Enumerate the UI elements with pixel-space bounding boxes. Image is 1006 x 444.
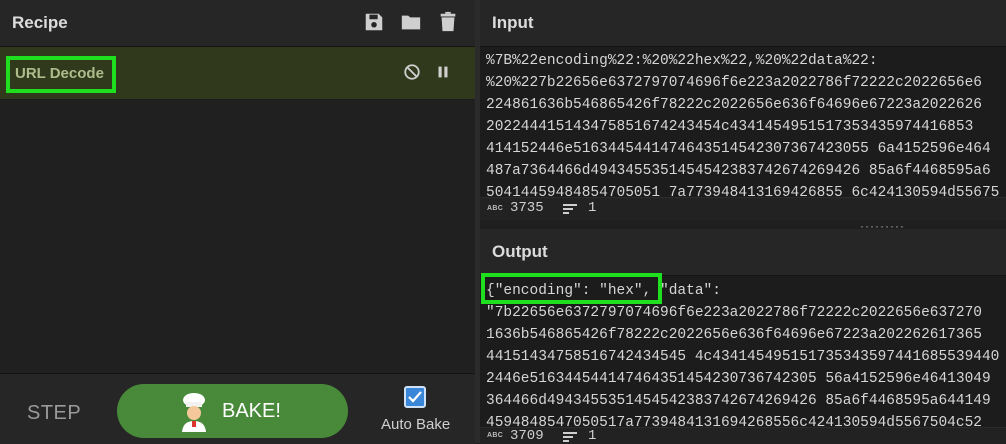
output-line: 2446e516344544147464351454230736742305 5… [486, 371, 991, 387]
output-line: 4594848547050517a7739484131694268556c424… [486, 415, 982, 427]
abc-icon: ABC [487, 205, 504, 212]
input-line: %7B%22encoding%22:%20%22hex%22,%20%22dat… [486, 53, 878, 69]
output-title: Output [492, 242, 548, 261]
output-char-count: 3709 [510, 428, 544, 444]
input-line: 50414459484854705051 7a77394841316942685… [486, 185, 1000, 197]
bake-button[interactable]: BAKE! [117, 384, 348, 438]
trash-icon[interactable] [437, 11, 459, 33]
output-line: 364466d4943455351454542383742674269426 8… [486, 393, 991, 409]
output-highlighted-text: {"encoding": "hex", [486, 283, 652, 299]
output-first-line-rest: "data": [651, 283, 721, 299]
bake-controls: STEP BAKE! Auto Bake [0, 373, 475, 444]
output-first-line: {"encoding": "hex", "data": [486, 283, 721, 299]
recipe-operation-url-decode[interactable]: URL Decode [0, 47, 475, 100]
input-line: 487a7364466d4943455351454542383742674269… [486, 163, 991, 179]
chef-icon [182, 393, 206, 432]
recipe-header: Recipe [0, 0, 475, 47]
folder-icon[interactable] [400, 11, 422, 33]
input-char-count: 3735 [510, 200, 544, 216]
operation-name: URL Decode [15, 65, 104, 82]
output-line: "7b22656e6372797074696f6e223a2022786f722… [486, 305, 982, 321]
checkmark-icon [408, 391, 422, 403]
disable-icon[interactable] [403, 63, 421, 81]
input-line-count: 1 [588, 200, 597, 216]
save-icon[interactable] [363, 11, 385, 33]
step-button[interactable]: STEP [27, 402, 81, 425]
input-textarea[interactable]: %7B%22encoding%22:%20%22hex%22,%20%22dat… [480, 47, 1006, 197]
auto-bake-checkbox[interactable] [404, 386, 426, 408]
bake-label: BAKE! [222, 400, 281, 422]
output-textarea[interactable]: {"encoding": "hex", "data": "7b22656e637… [480, 276, 1006, 427]
pause-icon[interactable] [434, 63, 452, 81]
recipe-title: Recipe [12, 13, 68, 32]
input-line: 202244415143475851674243454c434145495151… [486, 119, 974, 135]
input-header: Input [480, 0, 1006, 47]
output-line: 1636b546865426f78222c2022656e636f64696e6… [486, 327, 982, 343]
output-line-count: 1 [588, 428, 597, 444]
output-status-bar: ABC 3709 1 [480, 427, 1006, 444]
io-panel: Input %7B%22encoding%22:%20%22hex%22,%20… [480, 0, 1006, 444]
input-line: 414152446e516344544147464351454230736742… [486, 141, 991, 157]
input-status-bar: ABC 3735 1 [480, 197, 1006, 220]
input-line: %20%227b22656e6372797074696f6e223a202278… [486, 75, 982, 91]
abc-icon: ABC [487, 432, 504, 439]
recipe-panel: Recipe URL Decode STEP BAKE! Auto Bake [0, 0, 475, 444]
input-line: 224861636b546865426f78222c2022656e636f64… [486, 97, 982, 113]
lines-icon [563, 204, 577, 214]
output-line: 44151434758516742434545 4c43414549515173… [486, 349, 1000, 365]
auto-bake-label: Auto Bake [381, 416, 451, 433]
input-title: Input [492, 13, 534, 32]
lines-icon [563, 432, 577, 442]
output-header: Output [480, 229, 1006, 276]
